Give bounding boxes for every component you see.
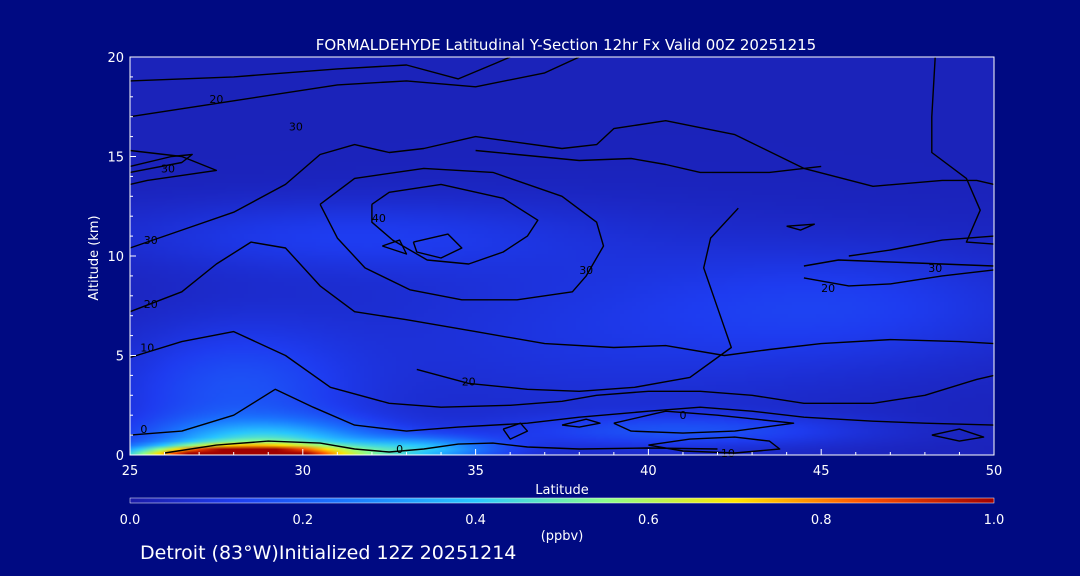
y-tick-label: 10 — [107, 250, 124, 265]
contour-label: 30 — [928, 262, 942, 275]
contour-label: 0 — [679, 409, 686, 422]
y-tick-label: 15 — [107, 151, 124, 166]
contour-label: 20 — [462, 375, 476, 388]
x-tick-label: 35 — [467, 464, 484, 479]
colorbar-tick-label: 0.6 — [638, 513, 659, 528]
colorbar-tick-label: 0.8 — [811, 513, 832, 528]
y-tick-label: 20 — [107, 51, 124, 66]
contour-label: 30 — [289, 121, 303, 134]
contour-label: 30 — [579, 264, 593, 277]
colorbar-bar — [129, 497, 995, 504]
colorbar-unit: (ppbv) — [541, 529, 584, 544]
contour-label: 0 — [140, 423, 147, 436]
x-tick-label: 40 — [640, 464, 657, 479]
x-tick-label: 50 — [986, 464, 1003, 479]
colorbar-tick-label: 1.0 — [984, 513, 1005, 528]
contour-label: 40 — [372, 212, 386, 225]
contour-label: 20 — [144, 298, 158, 311]
formaldehyde-field — [130, 57, 994, 455]
x-axis-label: Latitude — [535, 483, 589, 498]
chart-title: FORMALDEHYDE Latitudinal Y-Section 12hr … — [316, 36, 816, 54]
colorbar-tick-label: 0.2 — [292, 513, 313, 528]
footer-caption: Detroit (83°W)Initialized 12Z 20251214 — [140, 542, 517, 564]
colorbar-tick-label: 0.0 — [120, 513, 141, 528]
y-tick-label: 0 — [116, 449, 124, 464]
contour-label: 0 — [396, 443, 403, 456]
x-tick-label: 30 — [295, 464, 312, 479]
contour-label: 20 — [209, 93, 223, 106]
colorbar-tick-label: 0.4 — [465, 513, 486, 528]
y-tick-label: 5 — [116, 350, 124, 365]
x-tick-label: 45 — [813, 464, 830, 479]
contour-label: 10 — [140, 342, 154, 355]
chart-figure: FORMALDEHYDE Latitudinal Y-Section 12hr … — [0, 0, 1080, 576]
contour-label: 10 — [721, 447, 735, 460]
plot-area: 203030201000 100403030203020 — [129, 56, 995, 460]
y-axis-label: Altitude (km) — [87, 215, 102, 300]
contour-label: 20 — [821, 282, 835, 295]
contour-label: 30 — [144, 234, 158, 247]
x-tick-label: 25 — [122, 464, 139, 479]
